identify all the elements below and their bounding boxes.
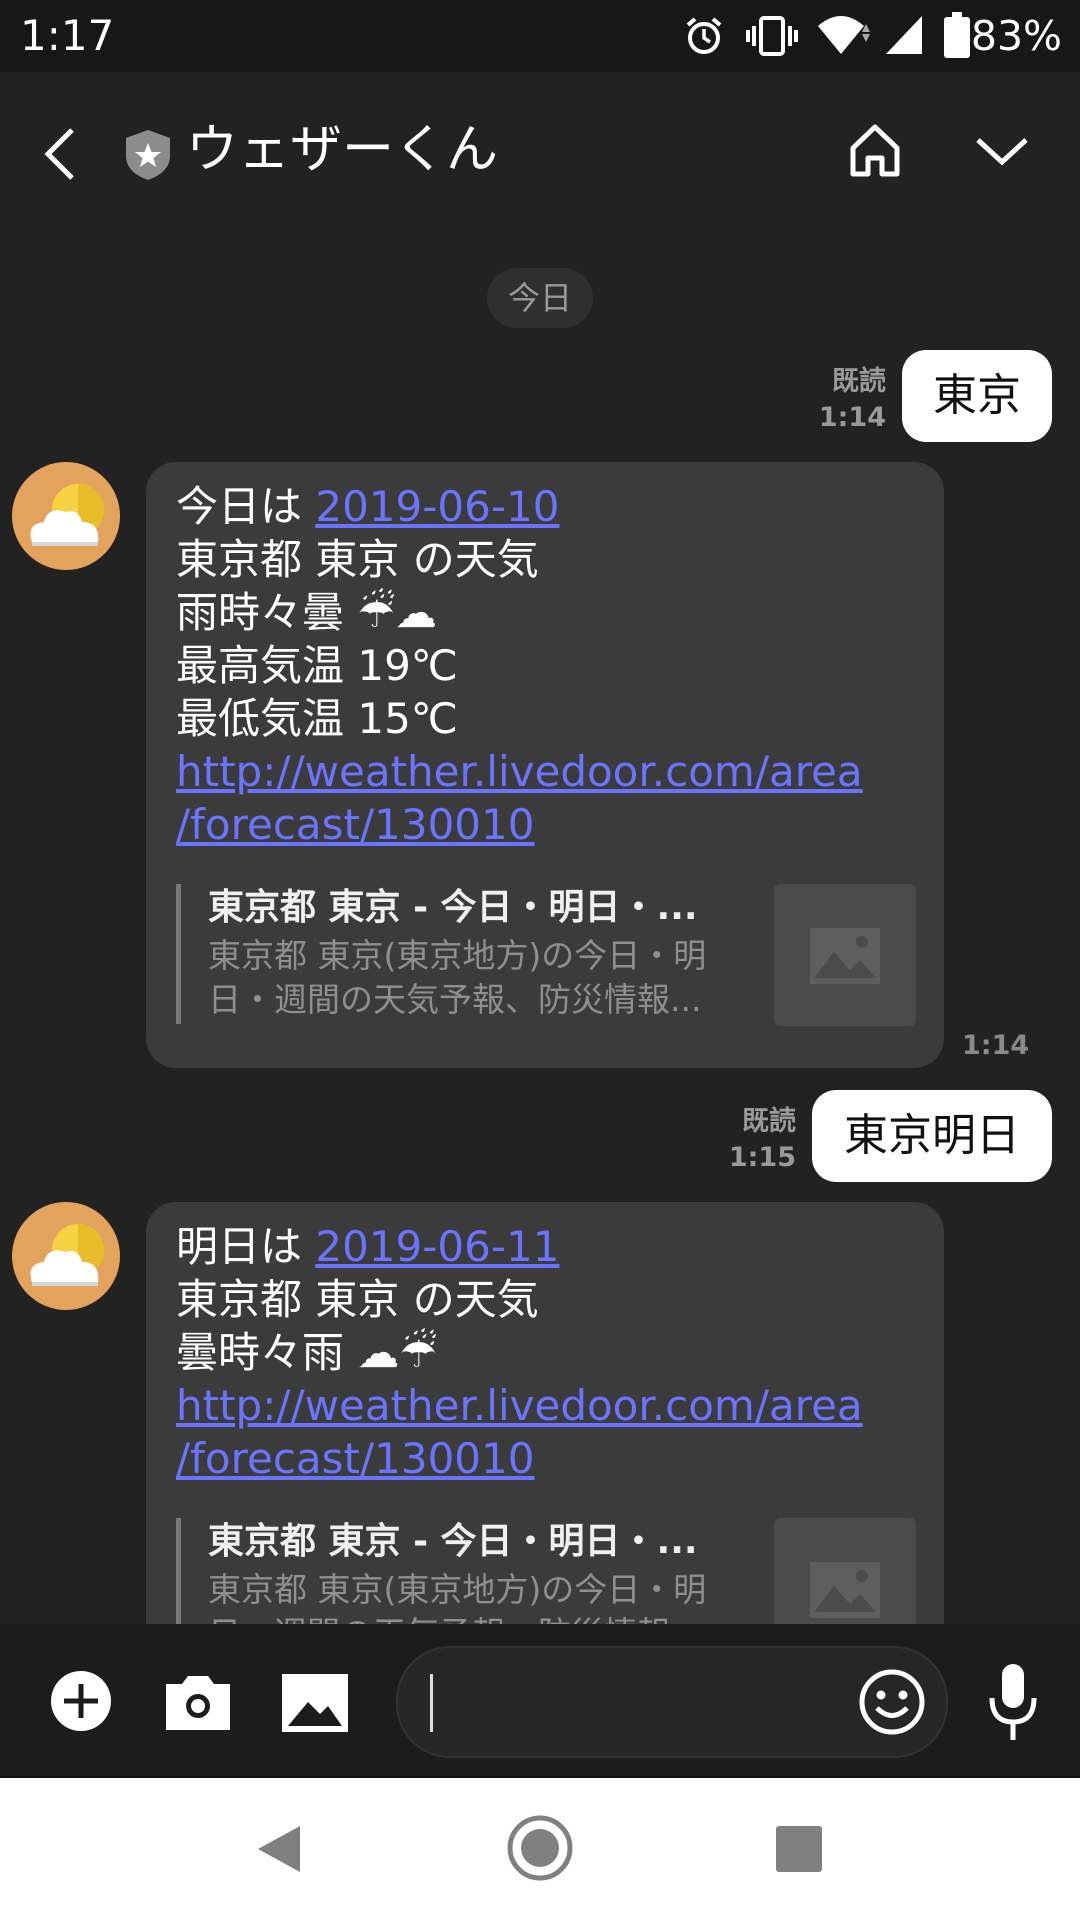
read-label: 既読 <box>832 366 886 397</box>
preview-desc-line: 東京都 東京(東京地方)の今日・明 <box>208 936 707 975</box>
forecast-link[interactable]: http://weather.livedoor.com/area <box>176 745 916 798</box>
message-line: 東京都 東京 の天気 <box>176 1275 539 1324</box>
preview-title: 東京都 東京 - 今日・明日・... <box>208 887 698 928</box>
forecast-link-cont[interactable]: /forecast/130010 <box>176 1432 916 1485</box>
home-icon[interactable] <box>848 122 902 178</box>
forecast-link-cont[interactable]: /forecast/130010 <box>176 798 916 851</box>
message-body: 明日は 2019-06-11 東京都 東京 の天気 曇時々雨 ☁☔ http:/… <box>176 1220 916 1485</box>
message-line: 明日は 2019-06-11 <box>176 1220 916 1273</box>
image-placeholder-icon <box>810 1562 880 1618</box>
chevron-down-icon[interactable] <box>974 134 1030 168</box>
mic-icon[interactable] <box>988 1664 1038 1744</box>
message-line: 曇時々雨 ☁☔ <box>176 1328 438 1377</box>
back-icon[interactable] <box>40 126 80 182</box>
camera-icon[interactable] <box>166 1674 230 1730</box>
outgoing-message[interactable]: 東京明日 <box>812 1090 1052 1182</box>
preview-description: 東京都 東京(東京地方)の今日・明 日・週間の天気予報、防災情報... <box>208 934 768 1022</box>
system-nav-bar <box>0 1778 1080 1920</box>
avatar[interactable] <box>12 1202 120 1310</box>
weather-avatar-icon <box>30 484 104 546</box>
preview-desc-line: 東京都 東京(東京地方)の今日・明 <box>208 1570 707 1609</box>
signal-icon <box>886 16 922 54</box>
alarm-icon <box>686 17 722 54</box>
nav-home-icon[interactable] <box>506 1814 574 1882</box>
date-separator: 今日 <box>487 268 593 328</box>
vibrate-icon <box>746 16 798 56</box>
line-text: 明日は <box>176 1222 316 1271</box>
chat-header: ウェザーくん <box>0 72 1080 232</box>
emoji-icon[interactable] <box>858 1668 926 1736</box>
message-input[interactable] <box>396 1646 948 1758</box>
message-time: 1:14 <box>818 402 886 433</box>
preview-thumbnail <box>774 884 916 1026</box>
message-body: 今日は 2019-06-10 東京都 東京 の天気 雨時々曇 ☔☁ 最高気温 1… <box>176 480 916 851</box>
incoming-message[interactable]: 今日は 2019-06-10 東京都 東京 の天気 雨時々曇 ☔☁ 最高気温 1… <box>146 462 944 1068</box>
status-bar: 1:17 83% <box>0 0 1080 72</box>
preview-desc-line: 日・週間の天気予報、防災情報... <box>208 980 702 1019</box>
message-time: 1:15 <box>728 1142 796 1173</box>
message-line: 最高気温 19℃ <box>176 641 458 690</box>
plus-icon[interactable] <box>50 1670 112 1732</box>
image-placeholder-icon <box>810 928 880 984</box>
image-icon[interactable] <box>282 1674 348 1732</box>
weather-avatar-icon <box>30 1224 104 1286</box>
battery-icon <box>944 12 970 58</box>
line-text: 今日は <box>176 482 316 531</box>
message-line: 雨時々曇 ☔☁ <box>176 588 438 637</box>
link-preview[interactable]: 東京都 東京 - 今日・明日・... 東京都 東京(東京地方)の今日・明 日・週… <box>176 884 916 1026</box>
read-label: 既読 <box>742 1106 796 1137</box>
message-line: 最低気温 15℃ <box>176 694 458 743</box>
message-line: 東京都 東京 の天気 <box>176 535 539 584</box>
message-composer <box>0 1624 1080 1776</box>
status-time: 1:17 <box>20 11 115 60</box>
message-line: 今日は 2019-06-10 <box>176 480 916 533</box>
message-time: 1:14 <box>962 1030 1030 1061</box>
chat-title: ウェザーくん <box>186 120 499 180</box>
date-link[interactable]: 2019-06-11 <box>315 1222 559 1271</box>
date-link[interactable]: 2019-06-10 <box>315 482 559 531</box>
official-badge-icon <box>126 130 170 180</box>
preview-title: 東京都 東京 - 今日・明日・... <box>208 1521 698 1562</box>
wifi-icon <box>818 16 870 54</box>
battery-percent: 83% <box>970 12 1062 60</box>
avatar[interactable] <box>12 462 120 570</box>
outgoing-message[interactable]: 東京 <box>902 350 1052 442</box>
nav-back-icon[interactable] <box>256 1824 302 1874</box>
text-cursor <box>430 1674 433 1732</box>
nav-recents-icon[interactable] <box>776 1826 822 1872</box>
message-meta: 既読 1:14 <box>790 364 886 436</box>
preview-bar <box>176 884 181 1024</box>
message-meta: 既読 1:15 <box>700 1104 796 1176</box>
forecast-link[interactable]: http://weather.livedoor.com/area <box>176 1379 916 1432</box>
